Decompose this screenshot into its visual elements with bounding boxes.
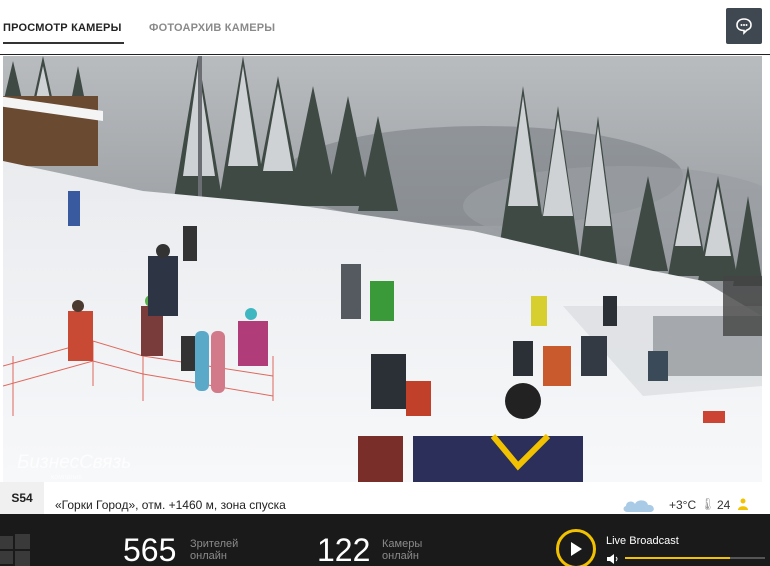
player-title: Live Broadcast bbox=[606, 535, 679, 547]
tab-camera-view[interactable]: ПРОСМОТР КАМЕРЫ bbox=[3, 22, 124, 44]
chat-button[interactable] bbox=[726, 8, 762, 44]
play-button[interactable] bbox=[556, 529, 596, 566]
windows-icon[interactable] bbox=[0, 534, 30, 566]
cloud-icon bbox=[623, 500, 654, 512]
cameras-count: 122 bbox=[317, 532, 371, 566]
viewers-count: 565 bbox=[123, 532, 177, 566]
thermometer-icon: 🌡 bbox=[700, 497, 716, 511]
ski-slope-scene: БизнесСвязь компания bbox=[3, 56, 762, 482]
svg-text:БизнесСвязь: БизнесСвязь bbox=[17, 452, 131, 473]
viewers-label-2: онлайн bbox=[190, 550, 227, 562]
viewers-label-1: Зрителей bbox=[190, 538, 239, 550]
volume-icon[interactable] bbox=[607, 554, 619, 564]
svg-text:компания: компания bbox=[51, 474, 82, 481]
person-icon bbox=[738, 498, 748, 510]
camera-page: ПРОСМОТР КАМЕРЫ ФОТОАРХИВ КАМЕРЫ БизнесС… bbox=[0, 0, 770, 566]
camera-stream[interactable]: БизнесСвязь компания bbox=[3, 56, 762, 482]
camera-description: «Горки Город», отм. +1460 м, зона спуска bbox=[55, 498, 286, 512]
volume-slider[interactable] bbox=[625, 557, 765, 559]
play-icon bbox=[571, 542, 582, 556]
cameras-label-1: Камеры bbox=[382, 538, 423, 550]
cameras-label-2: онлайн bbox=[382, 550, 419, 562]
temperature: +3°C bbox=[669, 498, 697, 512]
camera-code: S54 bbox=[0, 482, 44, 514]
chat-icon bbox=[736, 18, 752, 35]
tab-camera-archive[interactable]: ФОТОАРХИВ КАМЕРЫ bbox=[149, 22, 275, 34]
people-count: 24 bbox=[717, 498, 731, 512]
volume-level bbox=[625, 557, 730, 559]
tab-bar: ПРОСМОТР КАМЕРЫ ФОТОАРХИВ КАМЕРЫ bbox=[0, 0, 770, 55]
camera-info-row: S54 «Горки Город», отм. +1460 м, зона сп… bbox=[0, 482, 770, 514]
